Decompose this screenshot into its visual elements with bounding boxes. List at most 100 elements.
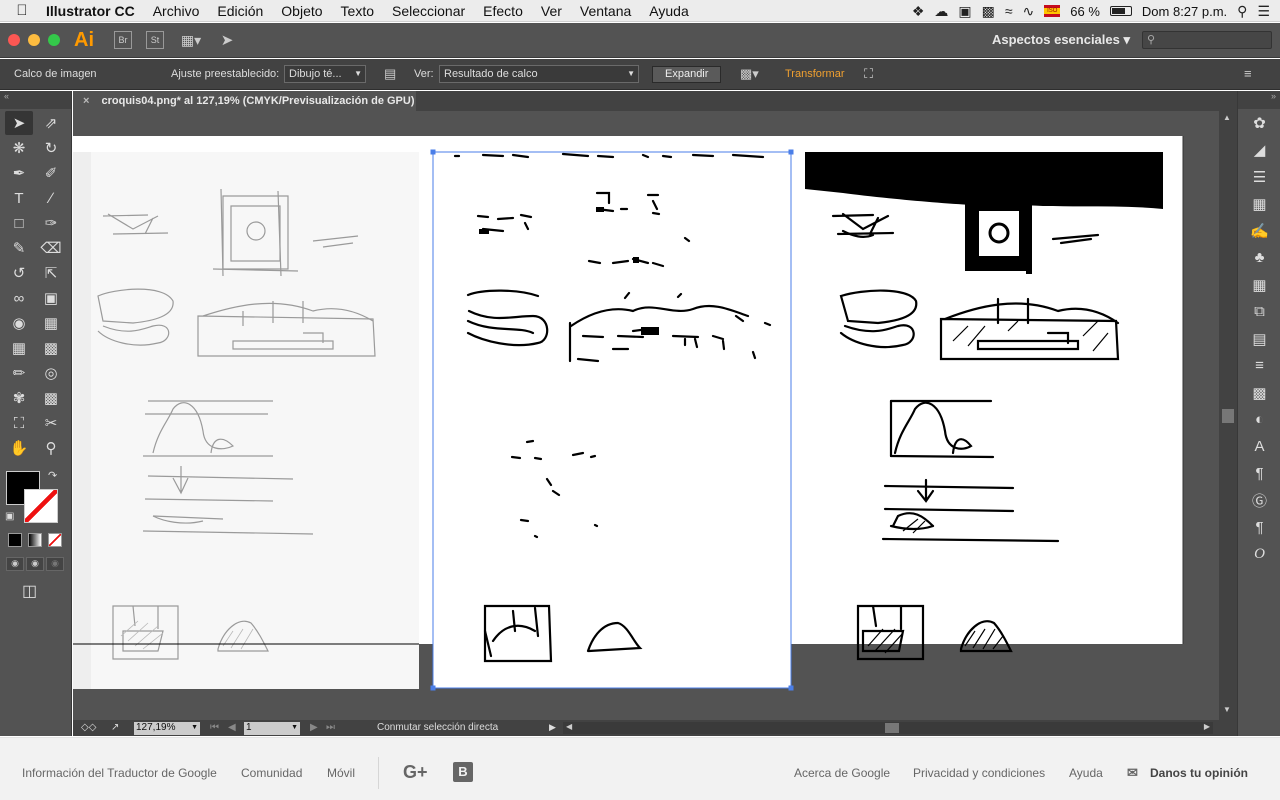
- apple-icon[interactable]: : [0, 2, 44, 19]
- notification-center-icon[interactable]: ☰: [1257, 3, 1270, 20]
- stock-button[interactable]: St: [146, 31, 164, 49]
- slice-tool-icon[interactable]: ✂: [37, 411, 65, 435]
- menu-objeto[interactable]: Objeto: [272, 3, 331, 19]
- workspace-switcher[interactable]: Aspectos esenciales ▾: [992, 32, 1130, 48]
- bridge-button[interactable]: Br: [114, 31, 132, 49]
- direct-selection-tool-icon[interactable]: ⇗: [37, 111, 65, 135]
- vertical-scroll-thumb[interactable]: [1222, 409, 1234, 423]
- panel-menu-icon[interactable]: ≡: [1244, 66, 1252, 81]
- none-mode-icon[interactable]: [48, 533, 62, 547]
- zoom-tool-icon[interactable]: ⚲: [37, 436, 65, 460]
- battery-icon[interactable]: [1109, 6, 1132, 16]
- scroll-left-icon[interactable]: ◀: [566, 722, 572, 731]
- width-tool-icon[interactable]: ∞: [5, 286, 33, 310]
- zoom-level-field[interactable]: 127,19% ▼: [134, 722, 200, 735]
- close-icon[interactable]: ×: [83, 95, 89, 107]
- wifi-icon[interactable]: ∿: [1023, 3, 1035, 20]
- pencil-tool-icon[interactable]: ✎: [5, 236, 33, 260]
- help-search-input[interactable]: ⚲: [1142, 31, 1272, 49]
- resize-handle-top-left[interactable]: [430, 149, 436, 155]
- artboard-tool-icon[interactable]: ⛶: [5, 411, 33, 435]
- swap-colors-icon[interactable]: ↷: [48, 469, 57, 482]
- hand-tool-icon[interactable]: ✋: [5, 436, 33, 460]
- expand-button[interactable]: Expandir: [652, 66, 722, 83]
- status-menu-arrow-icon[interactable]: ▶: [549, 722, 556, 733]
- rectangle-tool-icon[interactable]: □: [5, 211, 33, 235]
- rotate-tool-icon[interactable]: ↺: [5, 261, 33, 285]
- panel-dock-collapse[interactable]: »: [1238, 91, 1280, 109]
- menu-ayuda[interactable]: Ayuda: [640, 3, 697, 19]
- eyedropper-tool-icon[interactable]: ✏: [5, 361, 33, 385]
- lasso-tool-icon[interactable]: ↻: [37, 136, 65, 160]
- menu-archivo[interactable]: Archivo: [144, 3, 209, 19]
- screen-icon[interactable]: ▩: [982, 3, 995, 20]
- type-tool-icon[interactable]: T: [5, 186, 33, 210]
- first-artboard-icon[interactable]: ⏮: [210, 722, 219, 733]
- color-panel-icon[interactable]: ✿: [1238, 109, 1280, 136]
- arrange-documents-icon[interactable]: ▦▾: [178, 31, 204, 49]
- view-select[interactable]: Resultado de calco ▼: [439, 65, 639, 83]
- gradient-tool-icon[interactable]: ▩: [37, 336, 65, 360]
- gradient-mode-icon[interactable]: [28, 533, 42, 547]
- layers-icon[interactable]: ☰: [1238, 163, 1280, 190]
- default-colors-icon[interactable]: ▣: [5, 511, 14, 522]
- menu-seleccionar[interactable]: Seleccionar: [383, 3, 474, 19]
- stroke-color-swatch[interactable]: [24, 489, 58, 523]
- horizontal-scroll-thumb[interactable]: [885, 723, 899, 733]
- traced-result[interactable]: [430, 149, 794, 691]
- scroll-up-icon[interactable]: ▲: [1223, 113, 1231, 122]
- translate-info-link[interactable]: Información del Traductor de Google: [22, 766, 217, 780]
- artboard-navigator-icon[interactable]: ◇◇: [81, 722, 96, 733]
- color-mode-icon[interactable]: [8, 533, 22, 547]
- transparency-panel-icon[interactable]: ◐: [1238, 406, 1280, 433]
- help-link[interactable]: Ayuda: [1069, 766, 1103, 780]
- last-artboard-icon[interactable]: ⏭: [326, 722, 335, 733]
- character-styles-icon[interactable]: Ⓖ: [1238, 487, 1280, 514]
- blend-tool-icon[interactable]: ◎: [37, 361, 65, 385]
- resize-handle-top-right[interactable]: [788, 149, 794, 155]
- vertical-scrollbar[interactable]: ▲ ▼: [1219, 111, 1237, 720]
- gpu-performance-icon[interactable]: ➤: [218, 31, 236, 49]
- transform-link[interactable]: Transformar: [785, 68, 845, 80]
- scroll-down-icon[interactable]: ▼: [1223, 705, 1231, 714]
- window-icon[interactable]: ▣: [958, 3, 971, 20]
- privacy-terms-link[interactable]: Privacidad y condiciones: [913, 766, 1045, 780]
- spanish-flag-icon[interactable]: ISO: [1044, 5, 1061, 17]
- bluetooth-icon[interactable]: ≈: [1005, 3, 1013, 19]
- preset-select[interactable]: Dibujo té... ▼: [284, 65, 366, 83]
- next-artboard-icon[interactable]: ▶: [310, 722, 318, 733]
- menu-texto[interactable]: Texto: [332, 3, 383, 19]
- menu-ver[interactable]: Ver: [532, 3, 571, 19]
- tools-panel-collapse[interactable]: «: [0, 91, 71, 109]
- scroll-right-icon[interactable]: ▶: [1204, 722, 1210, 731]
- column-graph-tool-icon[interactable]: ▩: [37, 386, 65, 410]
- blogger-icon[interactable]: B: [453, 762, 473, 782]
- color-guide-icon[interactable]: ◢: [1238, 136, 1280, 163]
- draw-behind-icon[interactable]: ◉: [26, 557, 44, 571]
- feedback-icon[interactable]: ✉: [1127, 765, 1138, 781]
- draw-normal-icon[interactable]: ◉: [6, 557, 24, 571]
- community-link[interactable]: Comunidad: [241, 766, 302, 780]
- share-icon[interactable]: ↗: [111, 722, 119, 733]
- menu-edicion[interactable]: Edición: [208, 3, 272, 19]
- free-transform-tool-icon[interactable]: ▣: [37, 286, 65, 310]
- menu-ventana[interactable]: Ventana: [571, 3, 640, 19]
- paragraph-panel-icon[interactable]: ¶: [1238, 460, 1280, 487]
- paintbrush-tool-icon[interactable]: ✑: [37, 211, 65, 235]
- canvas-area[interactable]: [73, 111, 1219, 720]
- swatches-icon[interactable]: ▦: [1238, 190, 1280, 217]
- stroke-panel-icon[interactable]: ≡: [1238, 352, 1280, 379]
- document-tab[interactable]: × croquis04.png* al 127,19% (CMYK/Previs…: [73, 91, 416, 112]
- brushes-icon[interactable]: ✍: [1238, 217, 1280, 244]
- menu-app-name[interactable]: Illustrator CC: [44, 3, 144, 19]
- resize-handle-bottom-left[interactable]: [430, 685, 436, 691]
- shape-builder-tool-icon[interactable]: ◉: [5, 311, 33, 335]
- symbol-sprayer-tool-icon[interactable]: ✾: [5, 386, 33, 410]
- line-tool-icon[interactable]: ∕: [37, 186, 65, 210]
- mesh-tool-icon[interactable]: ▦: [5, 336, 33, 360]
- transform-panel-icon[interactable]: ▦: [1238, 271, 1280, 298]
- mobile-link[interactable]: Móvil: [327, 766, 355, 780]
- pathfinder-icon[interactable]: ⧉: [1238, 298, 1280, 325]
- symbols-icon[interactable]: ♣: [1238, 244, 1280, 271]
- isolate-object-icon[interactable]: ⛶: [864, 66, 873, 82]
